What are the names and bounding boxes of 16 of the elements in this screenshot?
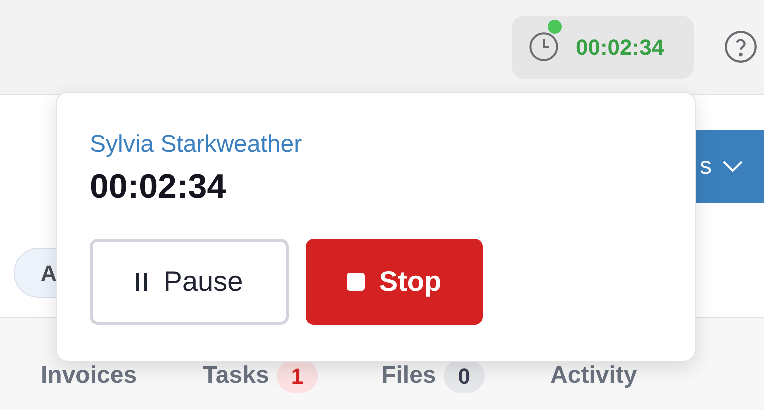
count-badge: 1 [277,360,318,392]
tab[interactable]: Activity [550,358,638,394]
tab[interactable]: Invoices [41,358,138,394]
stop-icon [347,273,366,291]
timer-text: 00:02:34 [576,34,664,62]
pause-button[interactable]: Pause [90,239,289,325]
chevron-down-icon [722,160,744,174]
stop-button[interactable]: Stop [306,239,483,325]
tab[interactable]: Tasks 1 [203,358,318,394]
count-badge: 0 [444,360,485,392]
elapsed-time: 00:02:34 [90,167,228,208]
help-icon[interactable] [724,30,758,64]
timer-button[interactable]: 00:02:34 [512,16,694,78]
pause-icon [136,273,148,291]
tab[interactable]: Files 0 [382,358,485,394]
clock-icon [528,31,560,63]
